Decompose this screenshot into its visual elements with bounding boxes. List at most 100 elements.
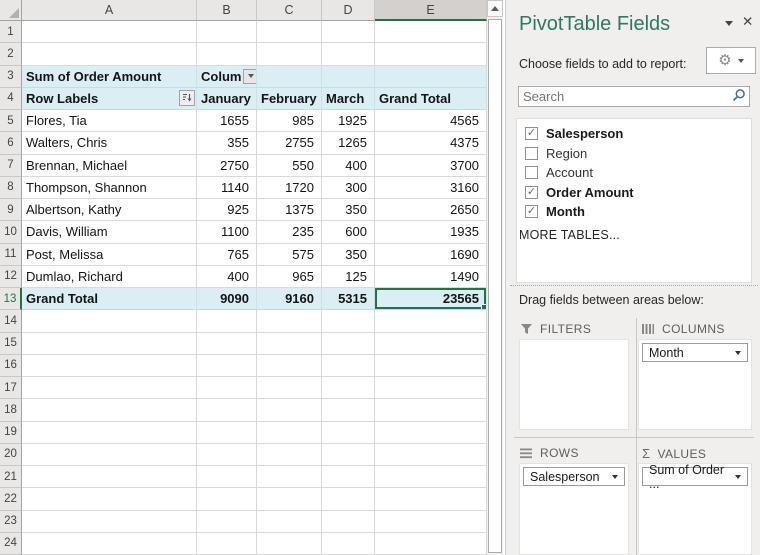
row-header-1[interactable]: 1 xyxy=(0,21,22,43)
search-box[interactable] xyxy=(518,86,750,107)
select-all-button[interactable] xyxy=(0,0,22,21)
cell-D8[interactable]: 300 xyxy=(322,177,375,199)
more-tables-link[interactable]: MORE TABLES... xyxy=(519,228,620,242)
cell-E9[interactable]: 2650 xyxy=(375,199,487,221)
cell-E10[interactable]: 1935 xyxy=(375,221,487,243)
cell-B14[interactable] xyxy=(197,310,257,332)
cell-B7[interactable]: 2750 xyxy=(197,155,257,177)
cell-E13[interactable]: 23565 xyxy=(375,288,487,310)
checked-checkbox[interactable]: ✓ xyxy=(525,127,538,140)
cell-C15[interactable] xyxy=(257,333,322,355)
row-header-3[interactable]: 3 xyxy=(0,66,22,88)
cell-D17[interactable] xyxy=(322,377,375,399)
cell-B8[interactable]: 1140 xyxy=(197,177,257,199)
rows-drop-zone[interactable]: Salesperson xyxy=(519,463,629,555)
cell-B18[interactable] xyxy=(197,399,257,421)
cell-C24[interactable] xyxy=(257,533,322,555)
cell-A3[interactable]: Sum of Order Amount xyxy=(22,66,197,88)
cell-C10[interactable]: 235 xyxy=(257,221,322,243)
cell-B13[interactable]: 9090 xyxy=(197,288,257,310)
row-header-13[interactable]: 13 xyxy=(0,288,22,310)
cell-A24[interactable] xyxy=(22,533,197,555)
pill-dropdown-icon[interactable] xyxy=(735,475,741,479)
row-header-2[interactable]: 2 xyxy=(0,43,22,65)
cell-A17[interactable] xyxy=(22,377,197,399)
cell-C13[interactable]: 9160 xyxy=(257,288,322,310)
cell-C14[interactable] xyxy=(257,310,322,332)
cell-D19[interactable] xyxy=(322,422,375,444)
cell-D14[interactable] xyxy=(322,310,375,332)
row-header-19[interactable]: 19 xyxy=(0,422,22,444)
cell-D1[interactable] xyxy=(322,21,375,43)
cell-C2[interactable] xyxy=(257,43,322,65)
cell-C18[interactable] xyxy=(257,399,322,421)
cell-D20[interactable] xyxy=(322,444,375,466)
cell-B15[interactable] xyxy=(197,333,257,355)
cell-D16[interactable] xyxy=(322,355,375,377)
cell-D13[interactable]: 5315 xyxy=(322,288,375,310)
cell-C21[interactable] xyxy=(257,466,322,488)
checked-checkbox[interactable]: ✓ xyxy=(525,205,538,218)
field-pill-rows[interactable]: Salesperson xyxy=(523,467,625,486)
cell-E2[interactable] xyxy=(375,43,487,65)
row-header-12[interactable]: 12 xyxy=(0,266,22,288)
cell-E18[interactable] xyxy=(375,399,487,421)
fill-handle[interactable] xyxy=(481,304,486,309)
column-header-D[interactable]: D xyxy=(322,0,375,21)
cell-B9[interactable]: 925 xyxy=(197,199,257,221)
search-input[interactable] xyxy=(519,89,732,104)
filters-drop-zone[interactable] xyxy=(519,339,629,430)
cell-D12[interactable]: 125 xyxy=(322,266,375,288)
cell-E7[interactable]: 3700 xyxy=(375,155,487,177)
row-header-20[interactable]: 20 xyxy=(0,444,22,466)
cell-B10[interactable]: 1100 xyxy=(197,221,257,243)
column-header-E[interactable]: E xyxy=(375,0,487,21)
columns-drop-zone[interactable]: Month xyxy=(638,339,752,430)
cell-D24[interactable] xyxy=(322,533,375,555)
cell-B16[interactable] xyxy=(197,355,257,377)
cell-D18[interactable] xyxy=(322,399,375,421)
cell-D11[interactable]: 350 xyxy=(322,244,375,266)
cell-B1[interactable] xyxy=(197,21,257,43)
cell-D2[interactable] xyxy=(322,43,375,65)
cell-E16[interactable] xyxy=(375,355,487,377)
cell-E3[interactable] xyxy=(375,66,487,88)
cell-C22[interactable] xyxy=(257,488,322,510)
vertical-scrollbar[interactable] xyxy=(487,0,503,555)
cell-A19[interactable] xyxy=(22,422,197,444)
cell-D15[interactable] xyxy=(322,333,375,355)
unchecked-checkbox[interactable] xyxy=(525,147,538,160)
cell-D7[interactable]: 400 xyxy=(322,155,375,177)
row-header-23[interactable]: 23 xyxy=(0,511,22,533)
tools-button[interactable]: ⚙ xyxy=(706,47,756,74)
cell-B11[interactable]: 765 xyxy=(197,244,257,266)
row-header-16[interactable]: 16 xyxy=(0,355,22,377)
cell-D9[interactable]: 350 xyxy=(322,199,375,221)
field-item-order-amount[interactable]: ✓Order Amount xyxy=(517,183,751,203)
row-header-17[interactable]: 17 xyxy=(0,377,22,399)
cell-A21[interactable] xyxy=(22,466,197,488)
cell-B17[interactable] xyxy=(197,377,257,399)
cell-C9[interactable]: 1375 xyxy=(257,199,322,221)
cell-E6[interactable]: 4375 xyxy=(375,132,487,154)
cell-E14[interactable] xyxy=(375,310,487,332)
row-header-18[interactable]: 18 xyxy=(0,399,22,421)
cell-E21[interactable] xyxy=(375,466,487,488)
cell-E4[interactable]: Grand Total xyxy=(375,88,487,110)
cell-A23[interactable] xyxy=(22,511,197,533)
cell-C6[interactable]: 2755 xyxy=(257,132,322,154)
cell-A7[interactable]: Brennan, Michael xyxy=(22,155,197,177)
cell-E5[interactable]: 4565 xyxy=(375,110,487,132)
checked-checkbox[interactable]: ✓ xyxy=(525,186,538,199)
cell-B2[interactable] xyxy=(197,43,257,65)
field-item-region[interactable]: Region xyxy=(517,144,751,164)
field-pill-values[interactable]: Sum of Order ... xyxy=(642,467,748,486)
cell-C12[interactable]: 965 xyxy=(257,266,322,288)
cell-E8[interactable]: 3160 xyxy=(375,177,487,199)
pane-close-icon[interactable]: ✕ xyxy=(742,14,753,30)
cell-A4[interactable]: Row Labels xyxy=(22,88,197,110)
cell-C19[interactable] xyxy=(257,422,322,444)
cell-A1[interactable] xyxy=(22,21,197,43)
cell-A13[interactable]: Grand Total xyxy=(22,288,197,310)
pill-dropdown-icon[interactable] xyxy=(612,475,618,479)
